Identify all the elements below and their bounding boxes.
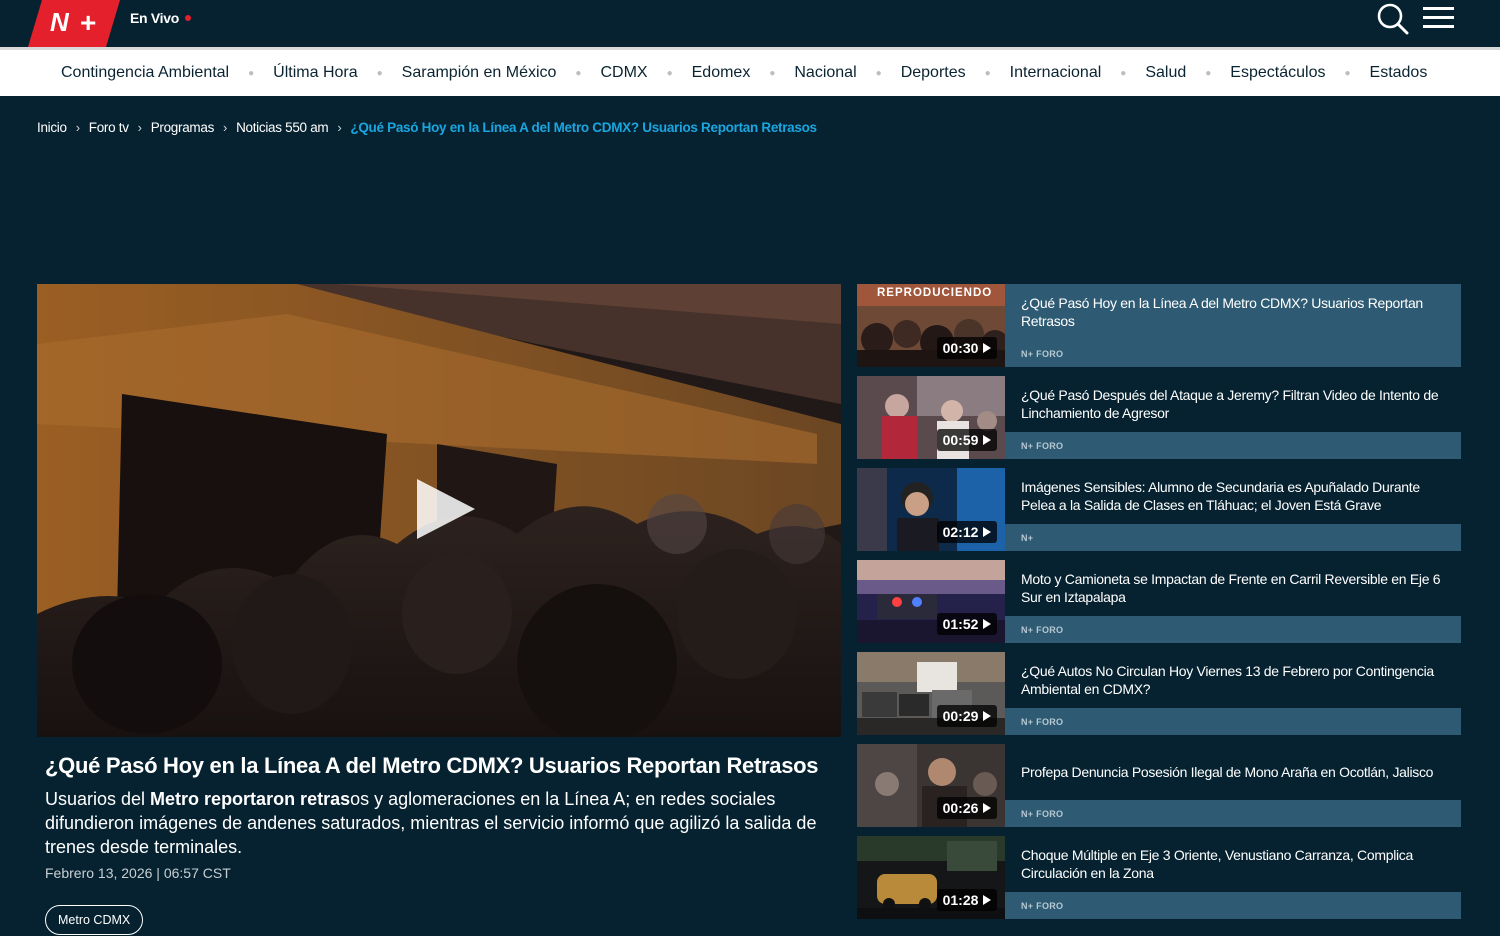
live-link[interactable]: En Vivo <box>130 10 191 26</box>
nav-item-estados[interactable]: Estados <box>1370 64 1428 82</box>
chevron-right-icon: › <box>75 120 80 135</box>
play-icon <box>983 711 992 721</box>
article-title: ¿Qué Pasó Hoy en la Línea A del Metro CD… <box>45 753 819 778</box>
playlist-item-source: N+ FORO <box>1005 432 1461 459</box>
breadcrumb-foro-tv[interactable]: Foro tv <box>89 120 129 135</box>
chevron-right-icon: › <box>137 120 142 135</box>
live-label: En Vivo <box>130 10 179 26</box>
section-nav: Contingencia Ambiental ● Última Hora ● Sar… <box>0 47 1500 96</box>
chevron-right-icon: › <box>337 120 342 135</box>
svg-text:N: N <box>50 7 70 37</box>
playlist-item-source: N+ FORO <box>1005 340 1461 367</box>
duration-badge: 00:26 <box>937 797 997 819</box>
breadcrumb-inicio[interactable]: Inicio <box>37 120 67 135</box>
nav-item-internacional[interactable]: Internacional <box>1010 64 1102 82</box>
playlist-item-source: N+ <box>1005 524 1461 551</box>
play-icon <box>983 895 992 905</box>
playlist-item-source: N+ FORO <box>1005 892 1461 919</box>
nav-item-edomex[interactable]: Edomex <box>692 64 751 82</box>
playlist-item-title: Choque Múltiple en Eje 3 Oriente, Venust… <box>1021 847 1413 881</box>
video-thumbnail: REPRODUCIENDO 00:30 <box>857 284 1005 367</box>
duration-badge: 01:28 <box>937 889 997 911</box>
play-icon <box>983 343 992 353</box>
playlist-item[interactable]: 01:52 Moto y Camioneta se Impactan de Fr… <box>857 560 1461 643</box>
hamburger-menu-icon[interactable] <box>1422 6 1456 32</box>
playlist-item[interactable]: 00:29 ¿Qué Autos No Circulan Hoy Viernes… <box>857 652 1461 735</box>
playlist-item-title: Imágenes Sensibles: Alumno de Secundaria… <box>1021 479 1420 513</box>
nmas-logo[interactable]: N + <box>28 0 120 47</box>
play-icon[interactable] <box>415 477 477 541</box>
svg-text:+: + <box>80 7 96 38</box>
video-thumbnail: 01:52 <box>857 560 1005 643</box>
nav-item-nacional[interactable]: Nacional <box>794 64 856 82</box>
playlist-item-title: ¿Qué Autos No Circulan Hoy Viernes 13 de… <box>1021 663 1434 697</box>
nav-item-deportes[interactable]: Deportes <box>901 64 966 82</box>
playlist-item-title: Moto y Camioneta se Impactan de Frente e… <box>1021 571 1441 605</box>
video-thumbnail: 02:12 <box>857 468 1005 551</box>
duration-badge: 02:12 <box>937 521 997 543</box>
playlist-item-source: N+ FORO <box>1005 708 1461 735</box>
playlist-item-source: N+ FORO <box>1005 800 1461 827</box>
chevron-right-icon: › <box>223 120 228 135</box>
breadcrumb: Inicio › Foro tv › Programas › Noticias … <box>37 120 817 135</box>
play-icon <box>983 435 992 445</box>
video-thumbnail: 00:26 <box>857 744 1005 827</box>
duration-badge: 00:59 <box>937 429 997 451</box>
tag-metro-cdmx[interactable]: Metro CDMX <box>45 905 144 935</box>
playlist-item[interactable]: REPRODUCIENDO 00:30 ¿Qué Pasó Hoy en la … <box>857 284 1461 367</box>
video-thumbnail: 00:29 <box>857 652 1005 735</box>
duration-badge: 01:52 <box>937 613 997 635</box>
search-icon[interactable] <box>1376 2 1410 36</box>
now-playing-label: REPRODUCIENDO <box>877 287 993 299</box>
playlist-item[interactable]: 00:26 Profepa Denuncia Posesión Ilegal d… <box>857 744 1461 827</box>
nav-item-salud[interactable]: Salud <box>1145 64 1186 82</box>
breadcrumb-programas[interactable]: Programas <box>151 120 215 135</box>
playlist-item[interactable]: 02:12 Imágenes Sensibles: Alumno de Secu… <box>857 468 1461 551</box>
playlist-item[interactable]: 01:28 Choque Múltiple en Eje 3 Oriente, … <box>857 836 1461 919</box>
duration-badge: 00:30 <box>937 337 997 359</box>
playlist-item[interactable]: 00:59 ¿Qué Pasó Después del Ataque a Jer… <box>857 376 1461 459</box>
top-bar: N + En Vivo <box>0 0 1500 47</box>
video-thumbnail: 01:28 <box>857 836 1005 919</box>
playlist-item-source: N+ FORO <box>1005 616 1461 643</box>
playlist-item-title: Profepa Denuncia Posesión Ilegal de Mono… <box>1021 764 1434 780</box>
playlist-item-title: ¿Qué Pasó Hoy en la Línea A del Metro CD… <box>1005 284 1461 340</box>
playlist-item-title: ¿Qué Pasó Después del Ataque a Jeremy? F… <box>1021 387 1439 421</box>
nav-item-espectaculos[interactable]: Espectáculos <box>1230 64 1325 82</box>
nav-item-cdmx[interactable]: CDMX <box>600 64 647 82</box>
play-icon <box>983 803 992 813</box>
breadcrumb-noticias-550[interactable]: Noticias 550 am <box>236 120 329 135</box>
article-description: Usuarios del Metro reportaron retrasos y… <box>45 789 817 857</box>
video-thumbnail: 00:59 <box>857 376 1005 459</box>
video-player[interactable] <box>37 284 841 737</box>
nav-item-sarampion[interactable]: Sarampión en México <box>402 64 557 82</box>
duration-badge: 00:29 <box>937 705 997 727</box>
breadcrumb-current: ¿Qué Pasó Hoy en la Línea A del Metro CD… <box>350 120 817 135</box>
play-icon <box>983 527 992 537</box>
article-date: Febrero 13, 2026 | 06:57 CST <box>45 865 231 881</box>
play-icon <box>983 619 992 629</box>
nav-item-ultima-hora[interactable]: Última Hora <box>273 64 357 82</box>
nav-item-contingencia[interactable]: Contingencia Ambiental <box>61 64 229 82</box>
live-dot-icon <box>185 15 191 21</box>
